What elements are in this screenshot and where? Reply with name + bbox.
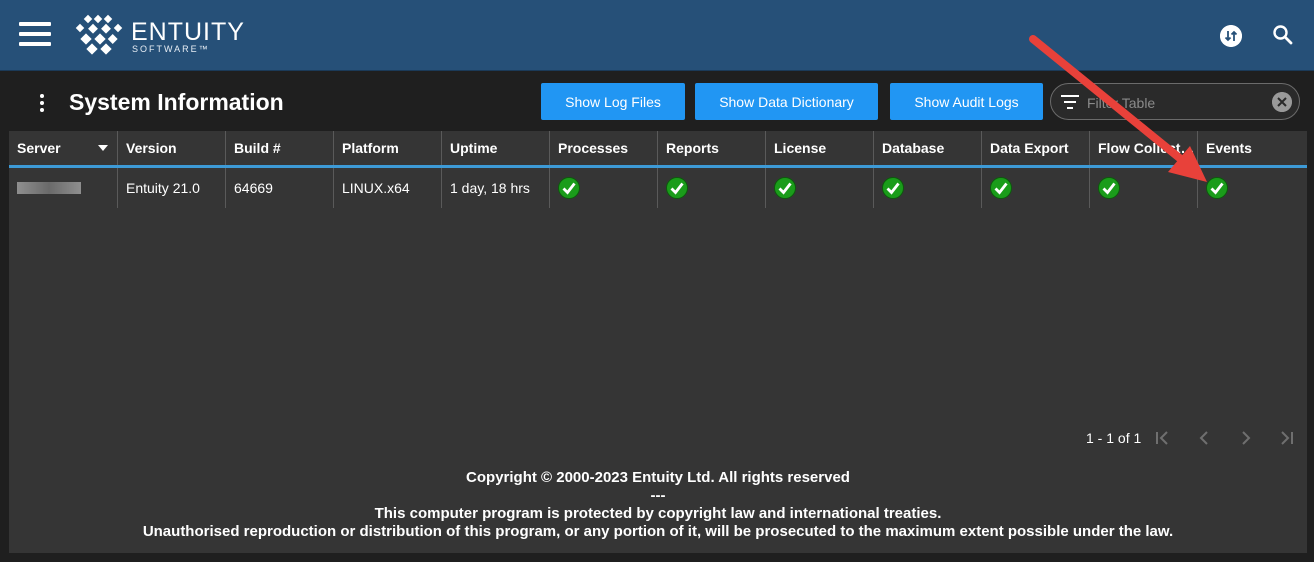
last-page-icon[interactable] (1277, 428, 1297, 448)
cell-build: 64669 (226, 168, 334, 208)
column-header-server[interactable]: Server (9, 131, 118, 165)
prev-page-icon[interactable] (1194, 428, 1214, 448)
column-header-build[interactable]: Build # (226, 131, 334, 165)
next-page-icon[interactable] (1236, 428, 1256, 448)
status-ok-icon (990, 177, 1012, 199)
show-data-dictionary-button[interactable]: Show Data Dictionary (695, 83, 878, 120)
brand-sub: SOFTWARE™ (132, 44, 210, 54)
copyright-line: This computer program is protected by co… (374, 505, 942, 522)
menu-icon[interactable] (19, 22, 51, 46)
filter-icon (1061, 95, 1079, 109)
cell-data-export (982, 168, 1090, 208)
column-header-data-export[interactable]: Data Export (982, 131, 1090, 165)
copyright-line: Unauthorised reproduction or distributio… (142, 523, 1174, 540)
system-info-panel: Server Version Build # Platform Uptime P… (9, 131, 1307, 553)
cell-flow-collector (1090, 168, 1198, 208)
column-header-version[interactable]: Version (118, 131, 226, 165)
column-header-events[interactable]: Events (1198, 131, 1307, 165)
show-audit-logs-button[interactable]: Show Audit Logs (890, 83, 1043, 120)
status-ok-icon (558, 177, 580, 199)
column-header-flow-collector[interactable]: Flow Collect… (1090, 131, 1198, 165)
sort-down-icon[interactable] (98, 145, 108, 151)
brand-name: ENTUITY (131, 18, 245, 46)
copyright-notice: Copyright © 2000-2023 Entuity Ltd. All r… (9, 469, 1307, 541)
column-header-reports[interactable]: Reports (658, 131, 766, 165)
cell-version: Entuity 21.0 (118, 168, 226, 208)
status-ok-icon (1098, 177, 1120, 199)
status-ok-icon (666, 177, 688, 199)
search-icon[interactable] (1272, 24, 1294, 46)
filter-input[interactable] (1085, 90, 1269, 116)
logo-mark-icon (75, 14, 123, 55)
first-page-icon[interactable] (1152, 428, 1172, 448)
column-header-license[interactable]: License (766, 131, 874, 165)
column-header-uptime[interactable]: Uptime (442, 131, 550, 165)
sync-icon[interactable] (1220, 25, 1242, 47)
copyright-separator: --- (650, 487, 666, 504)
redacted-server-name (17, 182, 81, 194)
cell-license (766, 168, 874, 208)
more-vert-icon[interactable] (35, 90, 49, 116)
cell-processes (550, 168, 658, 208)
status-ok-icon (882, 177, 904, 199)
cell-platform: LINUX.x64 (334, 168, 442, 208)
cell-server (9, 168, 118, 208)
table-header: Server Version Build # Platform Uptime P… (9, 131, 1307, 168)
clear-icon[interactable] (1272, 92, 1292, 112)
entuity-logo[interactable]: ENTUITY SOFTWARE™ (73, 14, 253, 58)
column-header-processes[interactable]: Processes (550, 131, 658, 165)
status-ok-icon (1206, 177, 1228, 199)
column-header-platform[interactable]: Platform (334, 131, 442, 165)
copyright-line: Copyright © 2000-2023 Entuity Ltd. All r… (466, 469, 850, 486)
cell-events (1198, 168, 1307, 208)
cell-reports (658, 168, 766, 208)
table-row[interactable]: Entuity 21.0 64669 LINUX.x64 1 day, 18 h… (9, 168, 1307, 208)
column-header-database[interactable]: Database (874, 131, 982, 165)
cell-database (874, 168, 982, 208)
app-bar: ENTUITY SOFTWARE™ (0, 0, 1314, 71)
cell-uptime: 1 day, 18 hrs (442, 168, 550, 208)
pagination-range: 1 - 1 of 1 (1086, 430, 1142, 446)
filter-box (1050, 83, 1300, 120)
show-log-files-button[interactable]: Show Log Files (541, 83, 685, 120)
page-title: System Information (69, 89, 284, 115)
status-ok-icon (774, 177, 796, 199)
